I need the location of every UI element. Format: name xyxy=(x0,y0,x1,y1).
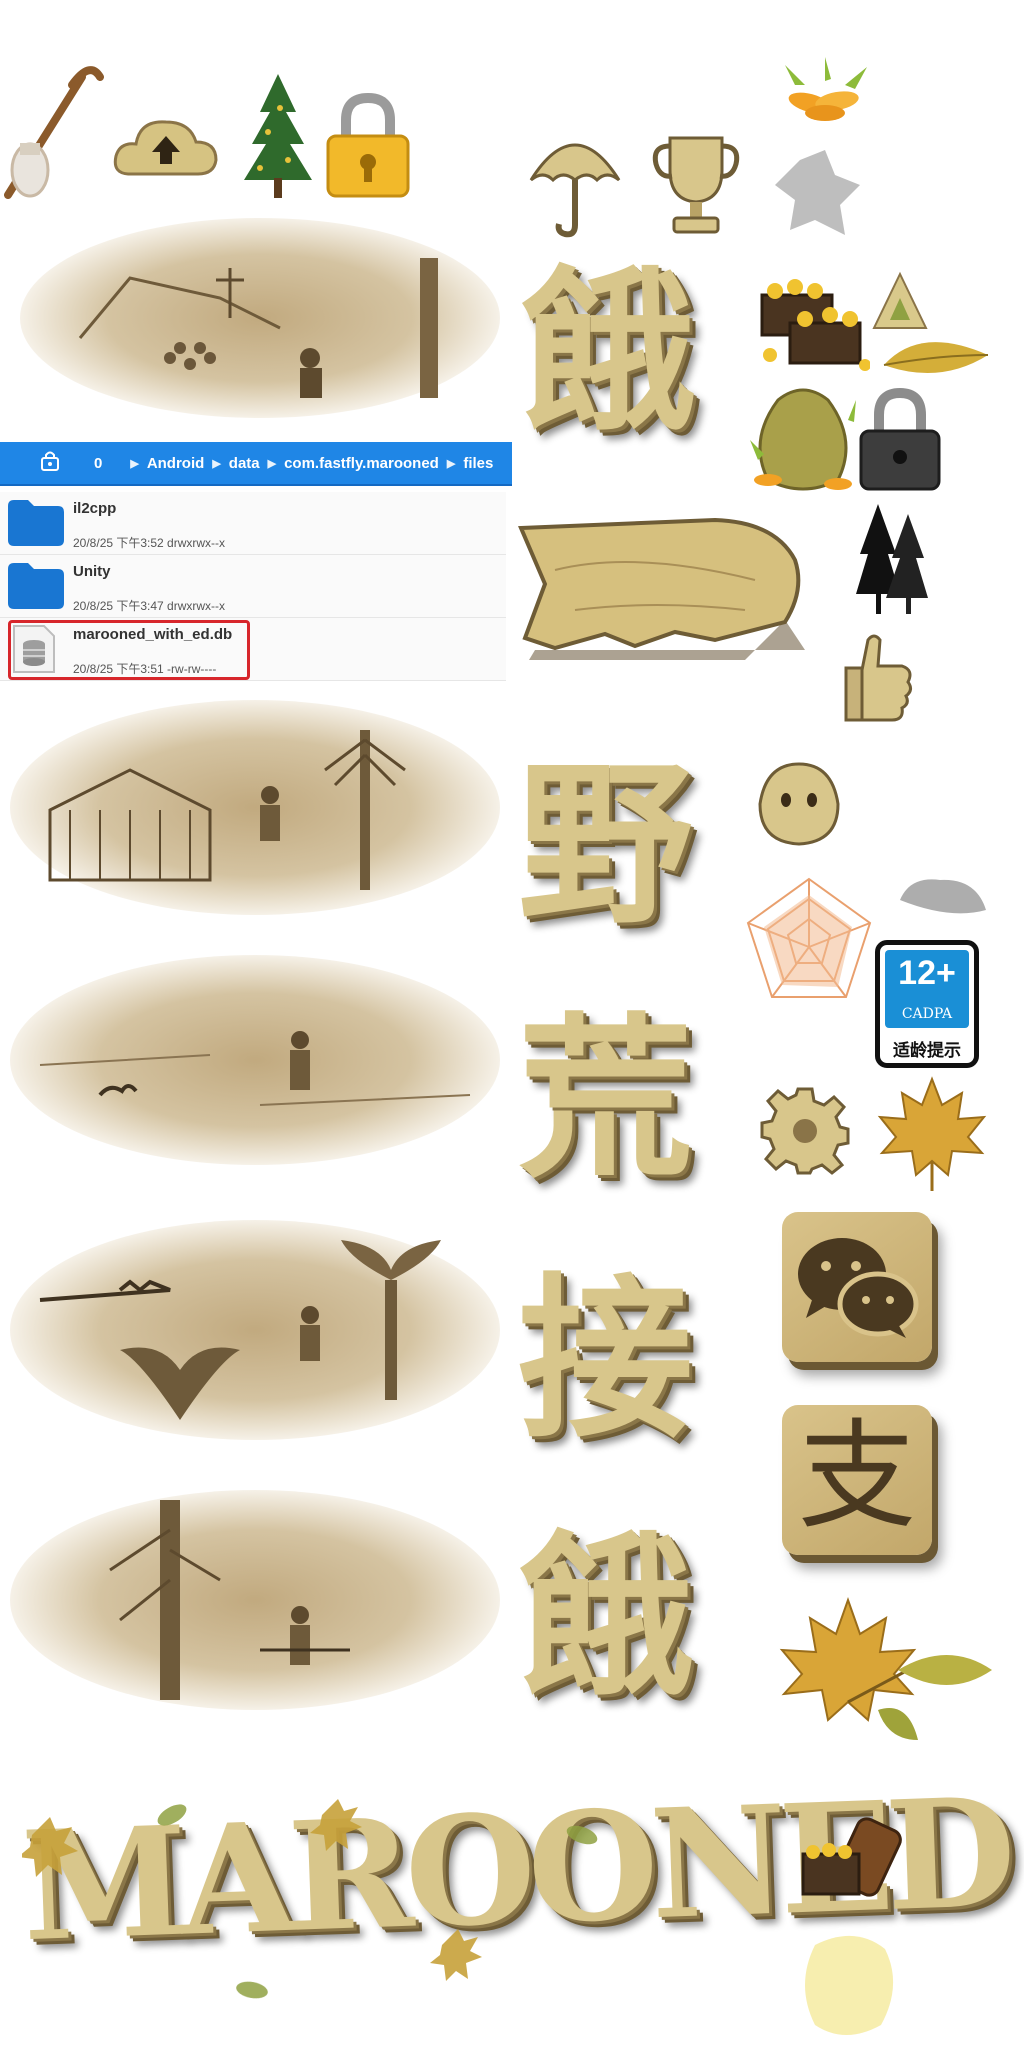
cloud-shadow-icon xyxy=(890,870,990,922)
chevron-right-icon: ▶ xyxy=(446,457,456,470)
stone-glyph-connect: 接 xyxy=(518,1257,693,1462)
walking-stick-icon xyxy=(0,55,105,205)
file-row-unity[interactable]: Unity 20/8/25 下午3:47 drwxrwx--x xyxy=(0,555,506,618)
chevron-right-icon: ▶ xyxy=(212,457,221,470)
stone-glyph-wild: 野 xyxy=(518,743,693,948)
sepia-scene-crocodile xyxy=(10,1220,500,1440)
trees-silhouette-icon xyxy=(852,498,932,618)
sepia-scene-shore xyxy=(10,955,500,1165)
wechat-icon xyxy=(782,1212,932,1362)
maple-leaf-icon xyxy=(778,1590,998,1750)
maple-leaf-icon xyxy=(876,1075,988,1195)
padlock-gold-icon xyxy=(320,88,416,200)
thumbs-up-icon xyxy=(838,630,918,730)
file-meta: 20/8/25 下午3:47 drwxrwx--x xyxy=(73,599,226,613)
breadcrumb-item-package[interactable]: com.fastfly.marooned xyxy=(284,455,439,472)
trophy-icon xyxy=(650,130,742,240)
carrots-icon xyxy=(765,55,885,127)
breadcrumb-item-0[interactable]: 0 xyxy=(94,455,102,472)
sepia-scene-camp xyxy=(20,218,500,418)
breadcrumb: 0 ▶ Android ▶ data ▶ com.fastfly.maroone… xyxy=(0,442,512,486)
file-name: il2cpp xyxy=(73,500,117,517)
file-name: Unity xyxy=(73,563,111,580)
stone-glyph-barren: 荒 xyxy=(518,997,693,1202)
stone-glyph-hungry: 餓 xyxy=(520,250,695,455)
bag-icon xyxy=(748,380,858,495)
sepia-scene-hut xyxy=(10,700,500,915)
file-meta: 20/8/25 下午3:52 drwxrwx--x xyxy=(73,536,226,550)
folder-icon xyxy=(8,563,64,609)
breadcrumb-item-files[interactable]: files xyxy=(463,455,493,472)
chevron-right-icon: ▶ xyxy=(130,457,139,470)
age-rating-badge: 12+ CADPA 适龄提示 xyxy=(875,940,979,1068)
breadcrumb-item-android[interactable]: Android xyxy=(147,455,205,472)
marooned-logo: MAROONED xyxy=(19,1765,1011,2025)
paint-smudge-icon xyxy=(795,1925,905,2045)
radar-chart-icon xyxy=(742,875,876,1003)
age-rating-number: 12+ xyxy=(898,954,956,992)
barrel-icon xyxy=(795,1810,915,1905)
alipay-icon: 支 xyxy=(782,1405,932,1555)
treasure-chest-icon xyxy=(750,265,871,375)
padlock-dark-icon xyxy=(855,385,945,493)
highlight-box xyxy=(8,620,250,680)
wooden-sign-banner xyxy=(515,510,805,660)
pine-tree-icon xyxy=(238,72,318,200)
umbrella-icon xyxy=(525,130,625,240)
gear-icon xyxy=(760,1085,850,1175)
folder-icon xyxy=(8,500,64,546)
age-rating-caption: 适龄提示 xyxy=(893,1041,961,1061)
leaf-icon xyxy=(880,325,992,385)
file-row-il2cpp[interactable]: il2cpp 20/8/25 下午3:52 drwxrwx--x xyxy=(0,492,506,555)
emoji-face-icon xyxy=(752,758,846,852)
alipay-glyph: 支 xyxy=(797,1407,916,1545)
stone-glyph-hungry-2: 餓 xyxy=(518,1515,693,1720)
chevron-right-icon: ▶ xyxy=(267,457,277,470)
cloud-upload-icon xyxy=(112,112,220,184)
breadcrumb-item-data[interactable]: data xyxy=(229,455,260,472)
age-rating-org: CADPA xyxy=(901,1006,953,1022)
paw-shadow-icon xyxy=(770,140,870,245)
lock-icon[interactable] xyxy=(40,450,60,476)
sepia-scene-forest xyxy=(10,1490,500,1710)
